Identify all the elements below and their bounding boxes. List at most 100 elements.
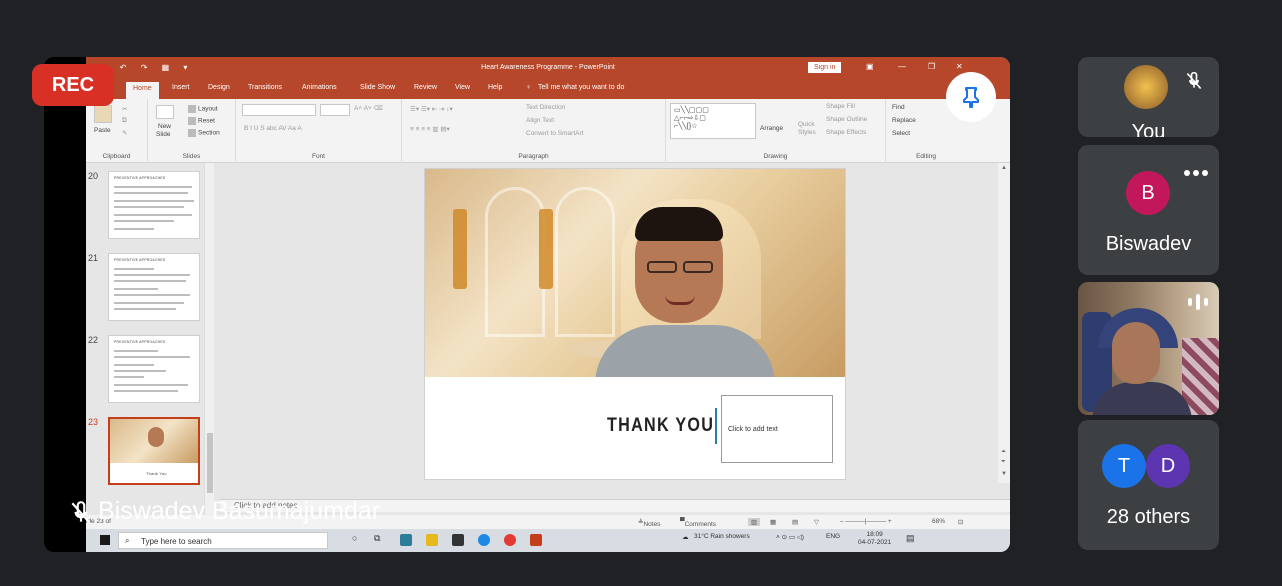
close-icon[interactable]: ✕	[956, 62, 963, 71]
weather-text[interactable]: 31°C Rain showers	[694, 533, 750, 540]
fit-slide-icon[interactable]: ⊡	[958, 518, 963, 526]
participant-tile-others[interactable]: T D 28 others	[1078, 420, 1219, 550]
text-line	[114, 214, 192, 216]
sorter-view-icon[interactable]: ▦	[770, 518, 776, 526]
align-text-button[interactable]: Align Text	[526, 117, 554, 124]
zoom-slider[interactable]: – ———|——— +	[840, 518, 892, 525]
restore-icon[interactable]: ❐	[928, 62, 935, 71]
find-button[interactable]: Find	[892, 104, 905, 111]
font-format-buttons[interactable]: B I U S abc AV Aa A	[244, 125, 302, 132]
new-slide-icon[interactable]	[156, 105, 174, 119]
accent-divider	[715, 408, 717, 444]
store-app-icon[interactable]	[452, 534, 464, 546]
shapes-gallery[interactable]: ▭╲╲▢▢▢ △⌐⌐⇨⇩▢ ⌐╲╲{}☆	[670, 103, 756, 139]
thumbnail-title: PREVENTIVE APPROACHES	[114, 340, 166, 344]
person-glasses	[643, 261, 719, 273]
tab-view[interactable]: View	[455, 84, 470, 91]
task-view-icon[interactable]: ⧉	[374, 533, 380, 544]
align-icons[interactable]: ≡ ≡ ≡ ≡ ▥ ▤▾	[410, 125, 450, 133]
slide-scrollbar[interactable]: ▲ ⏶ ⏷ ▼	[998, 163, 1010, 483]
comments-toggle[interactable]: ▀ Comments	[680, 518, 716, 528]
language-indicator[interactable]: ENG	[826, 533, 840, 540]
tab-transitions[interactable]: Transitions	[248, 84, 282, 91]
reset-button[interactable]: Reset	[188, 117, 215, 125]
clock[interactable]: 18:09 04-07-2021	[858, 531, 891, 547]
ribbon-options-icon[interactable]: ▣	[866, 62, 874, 71]
text-direction-button[interactable]: Text Direction	[526, 104, 565, 111]
tell-me-input[interactable]: Tell me what you want to do	[538, 84, 624, 91]
notes-toggle[interactable]: ≜ Notes	[638, 518, 660, 528]
slide-thumbnail[interactable]: PREVENTIVE APPROACHES	[108, 253, 200, 321]
copy-icon[interactable]: ⧉	[122, 117, 127, 125]
tab-review[interactable]: Review	[414, 84, 437, 91]
new-slide-button[interactable]: New	[158, 123, 171, 130]
convert-smartart-button[interactable]: Convert to SmartArt	[526, 130, 583, 137]
quick-styles-button[interactable]: Quick Styles	[798, 121, 828, 137]
minimize-icon[interactable]: —	[898, 62, 906, 71]
current-slide[interactable]: THANK YOU Click to add text	[424, 168, 846, 480]
reading-view-icon[interactable]: ▤	[792, 518, 798, 526]
cortana-icon[interactable]: ○	[352, 533, 357, 543]
shape-fill-button[interactable]: Shape Fill	[826, 103, 855, 110]
tab-slide-show[interactable]: Slide Show	[360, 84, 395, 91]
cut-icon[interactable]: ✂	[122, 105, 127, 113]
scrollbar-thumb[interactable]	[207, 433, 213, 493]
tab-help[interactable]: Help	[488, 84, 502, 91]
font-family-select[interactable]	[242, 104, 316, 116]
more-options-icon[interactable]	[1184, 163, 1211, 181]
participant-tile-camera[interactable]	[1078, 282, 1219, 415]
zoom-level[interactable]: 68%	[932, 518, 945, 525]
new-slide-button-line2[interactable]: Slide	[156, 131, 170, 138]
recording-badge: REC	[32, 64, 114, 106]
format-painter-icon[interactable]: ✎	[122, 129, 127, 137]
section-button[interactable]: Section	[188, 129, 220, 137]
sign-in-button[interactable]: Sign in	[808, 62, 842, 73]
slideshow-view-icon[interactable]: ▽	[814, 518, 819, 526]
editing-label: Editing	[916, 153, 936, 160]
normal-view-icon[interactable]: ▥	[748, 518, 761, 526]
tab-animations[interactable]: Animations	[302, 84, 337, 91]
shape-outline-button[interactable]: Shape Outline	[826, 116, 867, 123]
file-explorer-icon[interactable]	[426, 534, 438, 546]
scroll-up-icon[interactable]: ▲	[1001, 165, 1007, 171]
taskbar-search[interactable]: ⌕ Type here to search	[118, 532, 328, 549]
slide-thumbnail[interactable]: PREVENTIVE APPROACHES	[108, 335, 200, 403]
tab-design[interactable]: Design	[208, 84, 230, 91]
powerpoint-icon[interactable]	[530, 534, 542, 546]
notifications-icon[interactable]: ▤	[906, 533, 915, 544]
select-button[interactable]: Select	[892, 130, 910, 137]
replace-button[interactable]: Replace	[892, 117, 916, 124]
windows-start-icon[interactable]	[100, 535, 110, 545]
clock-date: 04-07-2021	[858, 539, 892, 546]
pin-button[interactable]	[946, 72, 996, 122]
presentation-tile[interactable]: ▢ ↶ ↷ ▦ ▾ Heart Awareness Programme - Po…	[44, 57, 1010, 552]
text-placeholder[interactable]: Click to add text	[721, 395, 833, 463]
prev-slide-icon[interactable]: ⏶	[1001, 449, 1006, 456]
scroll-down-icon[interactable]: ▼	[1001, 471, 1007, 477]
participant-tile-biswadev[interactable]: B Biswadev	[1078, 145, 1219, 275]
tab-home[interactable]: Home	[126, 82, 159, 99]
tray-icons[interactable]: ˄ ⊙ ▭ ◁)	[776, 533, 804, 541]
glasses-lens	[683, 261, 713, 273]
font-grow-icon[interactable]: A˄ A˅ ⌫	[354, 104, 383, 112]
paste-icon[interactable]	[94, 105, 112, 123]
participant-tile-you[interactable]: You	[1078, 57, 1219, 137]
text-line	[114, 186, 192, 188]
slide-canvas: THANK YOU Click to add text ▲ ⏶ ⏷ ▼	[220, 163, 1010, 539]
mail-app-icon[interactable]	[400, 534, 412, 546]
paste-button[interactable]: Paste	[94, 127, 111, 134]
chrome-icon[interactable]	[504, 534, 516, 546]
thumbnails-scrollbar[interactable]	[204, 163, 214, 552]
next-slide-icon[interactable]: ⏷	[1001, 459, 1006, 466]
list-icons[interactable]: ☰▾ ☰▾ ⇤ ⇥ ↕▾	[410, 105, 453, 113]
slide-thumbnail[interactable]: PREVENTIVE APPROACHES	[108, 171, 200, 239]
layout-button[interactable]: Layout	[188, 105, 218, 113]
shape-effects-button[interactable]: Shape Effects	[826, 129, 866, 136]
arrange-button[interactable]: Arrange	[760, 125, 783, 132]
edge-icon[interactable]	[478, 534, 490, 546]
slide-thumbnail-current[interactable]: Thank You	[108, 417, 200, 485]
text-line	[114, 228, 154, 230]
tab-insert[interactable]: Insert	[172, 84, 190, 91]
font-size-select[interactable]	[320, 104, 350, 116]
weather-icon[interactable]: ☁	[682, 533, 689, 541]
